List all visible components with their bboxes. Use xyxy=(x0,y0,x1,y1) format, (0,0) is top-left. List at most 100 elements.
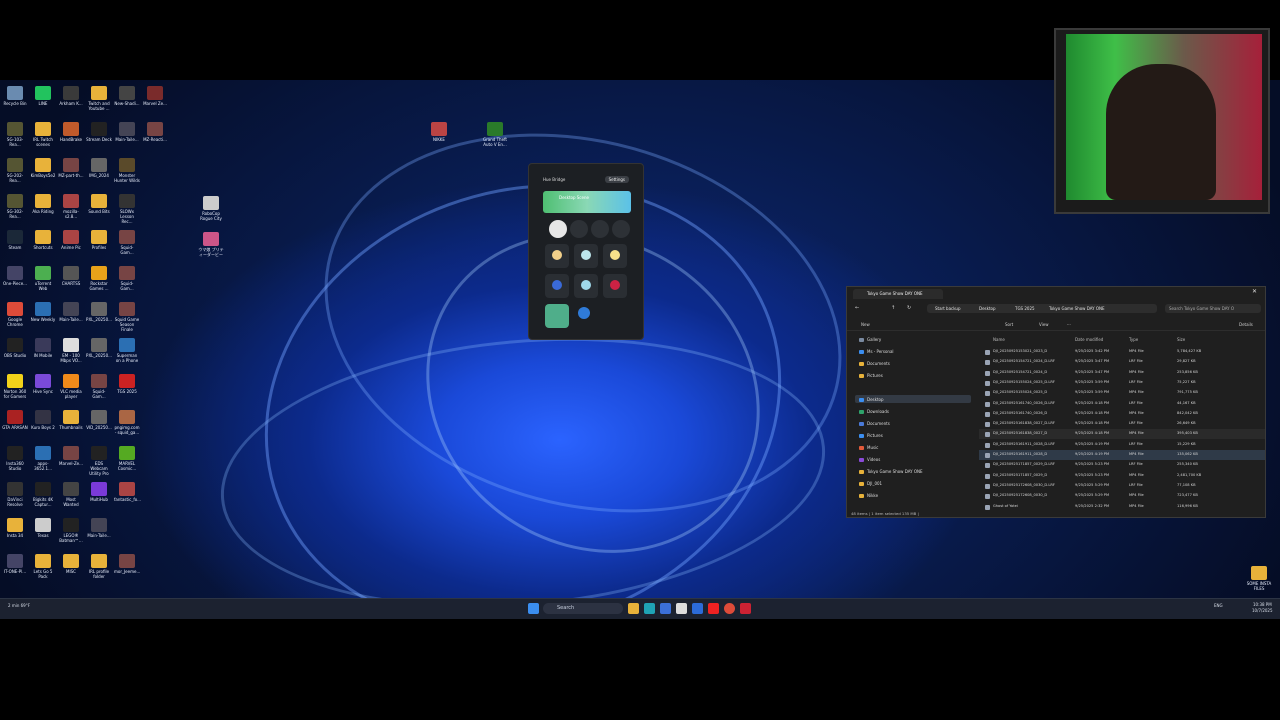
nav-item[interactable]: Videos xyxy=(867,457,880,462)
desktop-icon[interactable]: Rockstar Games ... xyxy=(86,266,112,291)
nav-item[interactable]: Downloads xyxy=(867,409,889,414)
app-icon[interactable] xyxy=(740,603,751,614)
column-header[interactable]: Type xyxy=(1129,337,1138,342)
desktop-icon[interactable]: MultiHub xyxy=(86,482,112,502)
nav-item[interactable]: Ms - Personal xyxy=(867,349,894,354)
table-row[interactable]: DJI_20250925161740_0026_D 9/25/2025 4:18 … xyxy=(979,409,1265,419)
desktop-icon[interactable]: IRL Twitch scenes xyxy=(30,122,56,147)
clock-date[interactable]: 10/7/2025 xyxy=(1252,608,1273,613)
store-icon[interactable] xyxy=(676,603,687,614)
table-row[interactable]: DJI_20250925161838_0027_D.LRF 9/25/2025 4… xyxy=(979,419,1265,429)
routines-button[interactable] xyxy=(570,220,588,238)
desktop-icon[interactable]: Most Wanted xyxy=(58,482,84,507)
scene-tile[interactable] xyxy=(545,274,569,298)
table-row[interactable]: DJI_20250925161911_0028_D 9/25/2025 4:19 … xyxy=(979,450,1265,460)
column-header[interactable]: Size xyxy=(1177,337,1185,342)
desktop-icon[interactable]: PXL_20250... xyxy=(86,302,112,322)
desktop-icon[interactable]: Lets Go 5 Pack xyxy=(30,554,56,579)
desktop-icon[interactable]: EDS Webcam Utility Pro xyxy=(86,446,112,476)
desktop-icon[interactable]: SG-202-Rea... xyxy=(2,158,28,183)
breadcrumb[interactable]: Desktop xyxy=(979,306,996,311)
table-row[interactable]: DJI_20250925161911_0028_D.LRF 9/25/2025 4… xyxy=(979,440,1265,450)
scene-tile[interactable] xyxy=(545,244,569,268)
desktop-icon[interactable]: NIKKE xyxy=(426,122,452,142)
desktop-icon[interactable]: MZ-Reacti... xyxy=(142,122,168,142)
desktop-icon[interactable]: Bigkits 4K Captur... xyxy=(30,482,56,507)
scene-tile-bed-read[interactable] xyxy=(545,304,569,328)
new-button[interactable]: New xyxy=(861,322,870,327)
desktop-icon[interactable]: Main-Taile... xyxy=(114,122,140,142)
table-row[interactable]: DJI_20250925155024_0025_D 9/25/2025 3:59 … xyxy=(979,388,1265,398)
desktop-icon[interactable]: LEGO® Batman™... xyxy=(58,518,84,543)
desktop-icon[interactable]: ウマ娘 プリティーダービー xyxy=(198,232,224,257)
scene-card[interactable]: Desktop Scene xyxy=(543,191,631,213)
vibes-button[interactable] xyxy=(591,220,609,238)
table-row[interactable]: DJI_20250925161838_0027_D 9/25/2025 4:18 … xyxy=(979,429,1265,440)
more-button[interactable]: ··· xyxy=(1067,322,1071,327)
desktop-icon[interactable]: Google Chrome xyxy=(2,302,28,327)
nav-item[interactable]: Desktop xyxy=(867,397,884,402)
ambient-button[interactable] xyxy=(612,220,630,238)
desktop-icon[interactable]: Stream Deck xyxy=(86,122,112,142)
desktop-icon[interactable]: Sound Bits xyxy=(86,194,112,214)
desktop-icon[interactable]: Anime Pic xyxy=(58,230,84,250)
scene-tile[interactable] xyxy=(574,274,598,298)
desktop-icon[interactable]: EM - 100 Mbps VO... xyxy=(58,338,84,363)
desktop-icon[interactable]: Texas xyxy=(30,518,56,538)
scenes-button[interactable] xyxy=(549,220,567,238)
address-bar[interactable]: Start backup Desktop TGS 2025 Tokyo Game… xyxy=(927,304,1157,313)
up-icon[interactable]: ↑ xyxy=(891,305,895,311)
back-icon[interactable]: ← xyxy=(855,305,859,311)
desktop-icon[interactable]: Arkham K... xyxy=(58,86,84,106)
app-icon[interactable] xyxy=(660,603,671,614)
create-scene-button[interactable] xyxy=(578,307,590,319)
scene-tile[interactable] xyxy=(603,244,627,268)
desktop-icon[interactable]: OBS Studio xyxy=(2,338,28,358)
details-button[interactable]: Details xyxy=(1239,322,1253,327)
breadcrumb[interactable]: Start backup xyxy=(935,306,961,311)
table-row[interactable]: DJI_20250925161740_0026_D.LRF 9/25/2025 4… xyxy=(979,399,1265,409)
refresh-icon[interactable]: ↻ xyxy=(907,305,911,311)
nav-item[interactable]: DJI_001 xyxy=(867,481,882,486)
table-row[interactable]: DJI_20250925154721_0024_D 9/25/2025 3:47 … xyxy=(979,368,1265,378)
table-row[interactable]: DJI_20250925155024_0025_D.LRF 9/25/2025 3… xyxy=(979,378,1265,388)
desktop-icon[interactable]: Monster Hunter Wilds xyxy=(114,158,140,183)
desktop-icon[interactable]: Squid-Gam... xyxy=(114,230,140,255)
desktop-icon[interactable]: PXL_20250... xyxy=(86,338,112,358)
file-explorer-icon[interactable] xyxy=(628,603,639,614)
desktop-icon[interactable]: Insta 34 xyxy=(2,518,28,538)
desktop-icon[interactable]: Squid Game Season Finale xyxy=(114,302,140,332)
table-row[interactable]: DJI_20250925172608_0030_D 9/25/2025 5:29 … xyxy=(979,491,1265,501)
desktop-icon[interactable]: One-Piece... xyxy=(2,266,28,286)
breadcrumb[interactable]: Tokyo Game Show DAY ONE xyxy=(1049,306,1105,311)
desktop-icon[interactable]: Grand Theft Auto V En... xyxy=(482,122,508,147)
close-icon[interactable]: ✕ xyxy=(1252,288,1257,295)
desktop-icon[interactable]: Twitch and Youtube ... xyxy=(86,86,112,111)
desktop-icon[interactable]: CHARTSS xyxy=(58,266,84,286)
nav-item[interactable]: Nikke xyxy=(867,493,878,498)
windows-start-icon[interactable] xyxy=(528,603,539,614)
desktop-icon[interactable]: IT-ONE-Pl... xyxy=(2,554,28,574)
table-row[interactable]: DJI_20250925171857_0029_D 9/25/2025 5:23 … xyxy=(979,471,1265,481)
desktop-icon[interactable]: Kuro Boys 2 xyxy=(30,410,56,430)
desktop-icon[interactable]: Aka Riding xyxy=(30,194,56,214)
desktop-icon[interactable]: GTA ARASAN xyxy=(2,410,28,430)
table-row[interactable]: DJI_20250925172608_0030_D.LRF 9/25/2025 5… xyxy=(979,481,1265,491)
desktop-icon[interactable]: Main-Taile... xyxy=(86,518,112,538)
desktop-icon[interactable]: pngimg.com - squid_ga... xyxy=(114,410,140,435)
youtube-icon[interactable] xyxy=(708,603,719,614)
table-row[interactable]: DJI_20250925153021_0023_D 9/25/2025 3:42 … xyxy=(979,347,1265,357)
explorer-tab[interactable]: Tokyo Game Show DAY ONE xyxy=(853,289,943,299)
desktop-icon[interactable]: DaVinci Resolve xyxy=(2,482,28,507)
widget-settings-button[interactable]: Settings xyxy=(604,176,629,183)
desktop-icon[interactable]: MZ-part-th... xyxy=(58,158,84,178)
desktop-icon[interactable]: apps-3652.1... xyxy=(30,446,56,471)
desktop-icon[interactable]: Marvel Ze... xyxy=(142,86,168,106)
nav-item[interactable]: Documents xyxy=(867,421,890,426)
desktop-icon[interactable]: IMG_2024 xyxy=(86,158,112,178)
desktop-icon[interactable]: Marvel-Ze... xyxy=(58,446,84,466)
desktop-icon[interactable]: Steam xyxy=(2,230,28,250)
nav-item[interactable]: Gallery xyxy=(867,337,881,342)
taskbar-search[interactable]: Search xyxy=(543,603,623,614)
table-row[interactable]: Ghost of Yotei 9/25/2025 2:32 PM MP4 File 1… xyxy=(979,502,1265,512)
